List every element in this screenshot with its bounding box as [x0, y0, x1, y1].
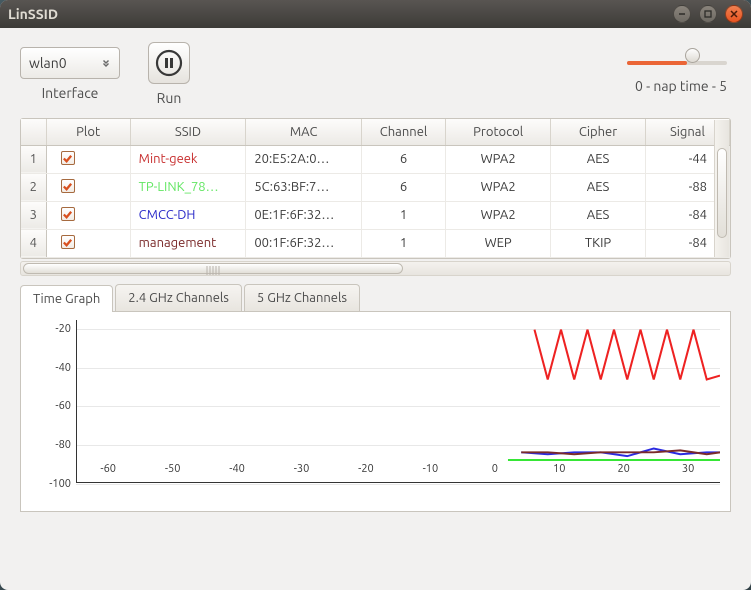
maximize-button[interactable]	[699, 5, 717, 23]
table-row[interactable]: 2TP-LINK_78…5C:63:BF:7…6WPA2AES-88	[21, 173, 730, 201]
plot-cell[interactable]	[46, 145, 130, 173]
close-button[interactable]	[725, 5, 743, 23]
tab-5-ghz-channels[interactable]: 5 GHz Channels	[244, 284, 360, 311]
scrollbar-thumb[interactable]	[717, 148, 727, 238]
cipher-cell: AES	[551, 145, 646, 173]
channel-cell: 1	[361, 229, 445, 257]
channel-cell: 1	[361, 201, 445, 229]
table-row[interactable]: 1Mint-geek20:E5:2A:0…6WPA2AES-44	[21, 145, 730, 173]
column-header[interactable]: Plot	[46, 119, 130, 145]
run-label: Run	[157, 90, 182, 106]
nap-group: 0 - nap time - 5	[627, 54, 731, 94]
plot-checkbox[interactable]	[61, 207, 75, 221]
chevron-down-icon	[101, 58, 111, 68]
horizontal-scrollbar[interactable]	[20, 261, 731, 276]
nap-label: 0 - nap time - 5	[635, 78, 727, 94]
row-number: 2	[21, 173, 46, 201]
row-number: 4	[21, 229, 46, 257]
interface-group: wlan0 Interface	[20, 47, 120, 101]
column-header[interactable]: SSID	[130, 119, 246, 145]
ssid-cell: Mint-geek	[130, 145, 246, 173]
interface-value: wlan0	[29, 55, 95, 71]
networks-table: PlotSSIDMACChannelProtocolCipherSignal 1…	[20, 118, 731, 259]
run-group: Run	[148, 42, 190, 106]
mac-cell: 5C:63:BF:7…	[246, 173, 362, 201]
minimize-button[interactable]	[673, 5, 691, 23]
table-row[interactable]: 3CMCC-DH0E:1F:6F:32…1WPA2AES-84	[21, 201, 730, 229]
titlebar[interactable]: LinSSID	[0, 0, 751, 28]
cipher-cell: AES	[551, 173, 646, 201]
column-header[interactable]: Protocol	[446, 119, 551, 145]
ssid-cell: CMCC-DH	[130, 201, 246, 229]
ssid-cell: management	[130, 229, 246, 257]
run-pause-button[interactable]	[148, 42, 190, 84]
plot-cell[interactable]	[46, 173, 130, 201]
mac-cell: 00:1F:6F:32…	[246, 229, 362, 257]
column-header[interactable]	[21, 119, 46, 145]
tab-row: Time Graph2.4 GHz Channels5 GHz Channels	[20, 284, 731, 312]
time-graph-chart: -20-40-60-80-100-60-50-40-30-20-10010203…	[20, 312, 731, 512]
tab-time-graph[interactable]: Time Graph	[20, 285, 113, 312]
series-line	[534, 329, 720, 379]
window-buttons	[673, 5, 743, 23]
plot-checkbox[interactable]	[61, 179, 75, 193]
tab-2-4-ghz-channels[interactable]: 2.4 GHz Channels	[115, 284, 242, 311]
row-number: 3	[21, 201, 46, 229]
mac-cell: 0E:1F:6F:32…	[246, 201, 362, 229]
column-header[interactable]: MAC	[246, 119, 362, 145]
ssid-cell: TP-LINK_78…	[130, 173, 246, 201]
cipher-cell: AES	[551, 201, 646, 229]
row-number: 1	[21, 145, 46, 173]
slider-thumb[interactable]	[685, 48, 700, 63]
protocol-cell: WPA2	[446, 145, 551, 173]
protocol-cell: WPA2	[446, 201, 551, 229]
window-title: LinSSID	[8, 6, 673, 22]
plot-cell[interactable]	[46, 229, 130, 257]
channel-cell: 6	[361, 145, 445, 173]
app-window: LinSSID wlan0 Interface	[0, 0, 751, 590]
plot-checkbox[interactable]	[61, 151, 75, 165]
protocol-cell: WEP	[446, 229, 551, 257]
plot-checkbox[interactable]	[61, 235, 75, 249]
pause-icon	[155, 49, 183, 77]
vertical-scrollbar[interactable]	[714, 120, 729, 257]
cipher-cell: TKIP	[551, 229, 646, 257]
column-header[interactable]: Cipher	[551, 119, 646, 145]
chart-tabs-area: Time Graph2.4 GHz Channels5 GHz Channels…	[20, 284, 731, 512]
interface-label: Interface	[42, 85, 99, 101]
interface-select[interactable]: wlan0	[20, 47, 120, 79]
nap-slider[interactable]	[627, 54, 727, 72]
plot-cell[interactable]	[46, 201, 130, 229]
mac-cell: 20:E5:2A:0…	[246, 145, 362, 173]
table-row[interactable]: 4management00:1F:6F:32…1WEPTKIP-84	[21, 229, 730, 257]
scrollbar-thumb[interactable]	[23, 263, 403, 274]
column-header[interactable]: Channel	[361, 119, 445, 145]
channel-cell: 6	[361, 173, 445, 201]
toolbar: wlan0 Interface Run 0 - nap time - 5	[0, 28, 751, 108]
protocol-cell: WPA2	[446, 173, 551, 201]
